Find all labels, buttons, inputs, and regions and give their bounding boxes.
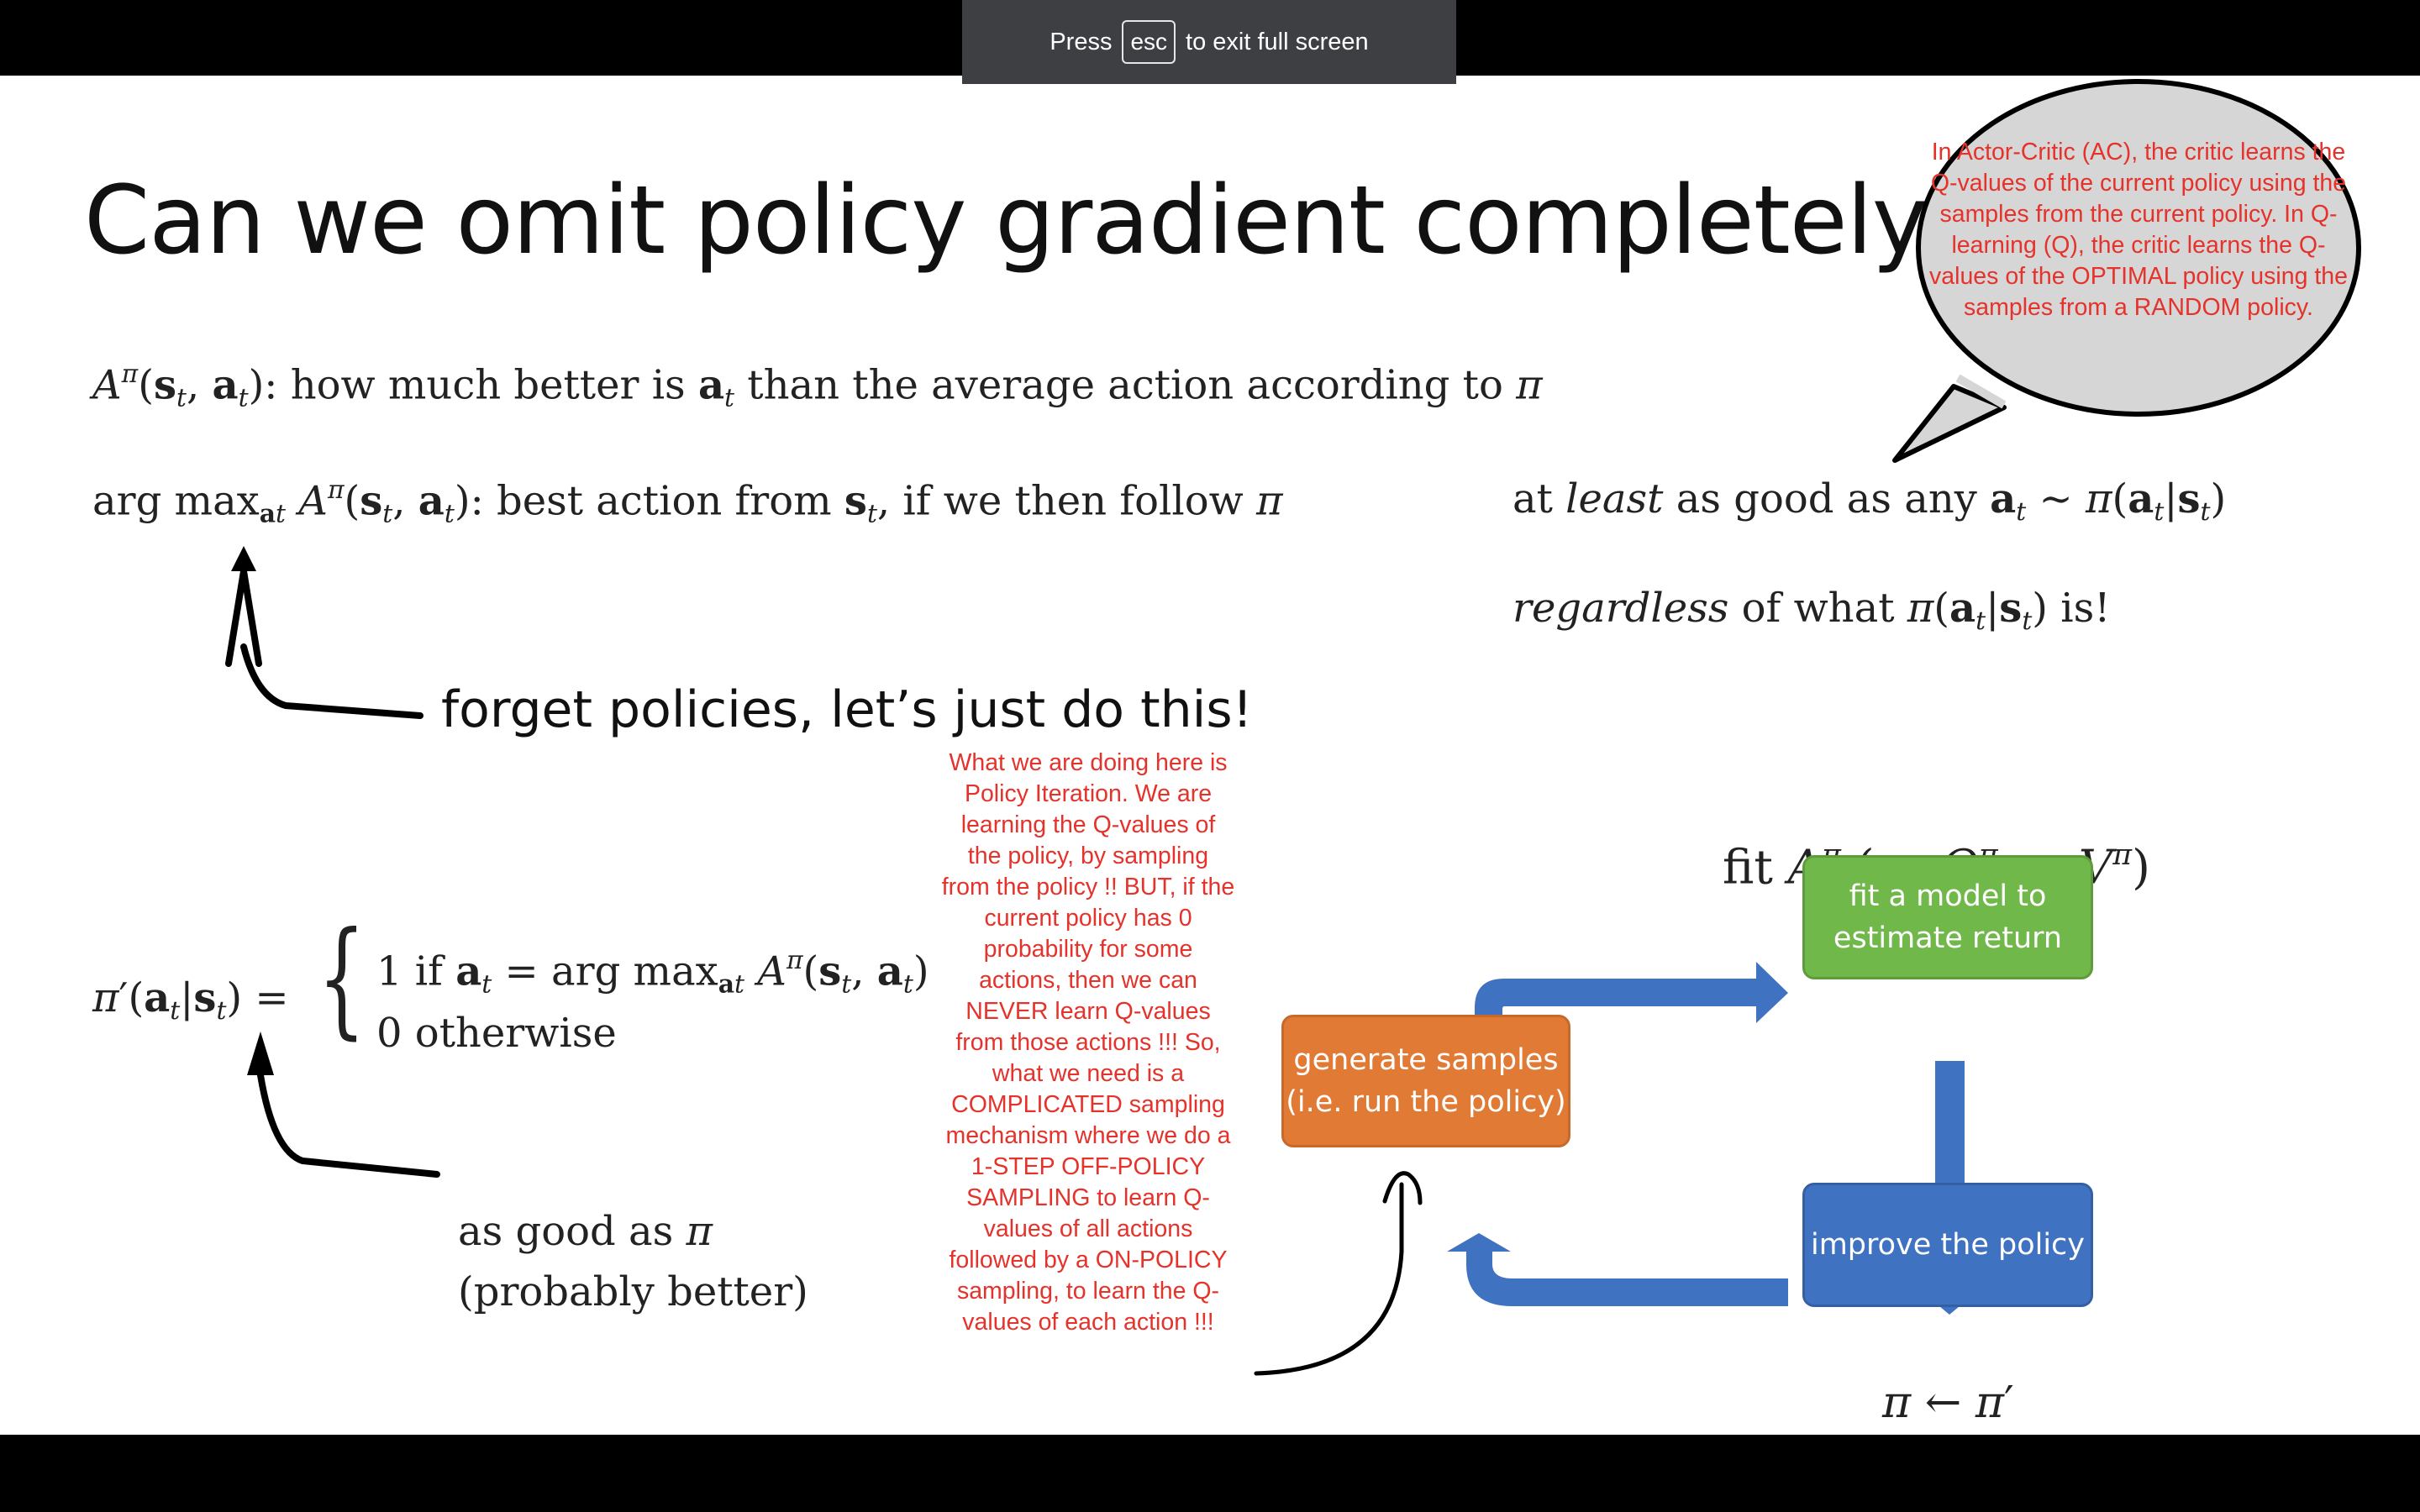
- policy-iteration-note: What we are doing here is Policy Iterati…: [941, 749, 1235, 1336]
- fit-model-label: fit a model to estimate return: [1833, 879, 2063, 955]
- esc-key-badge[interactable]: esc: [1122, 20, 1176, 64]
- fullscreen-exit-banner: Press esc to exit full screen: [962, 0, 1456, 84]
- arrow-head-argmax: [231, 546, 256, 571]
- fit-model-box: fit a model to estimate return: [1802, 855, 2093, 979]
- arrow-to-argmax: [225, 570, 424, 719]
- policy-update-label: π ← π′: [1882, 1378, 2014, 1428]
- arrow-head-new-policy: [247, 1032, 274, 1075]
- generate-samples-label: generate samples (i.e. run the policy): [1286, 1043, 1566, 1119]
- improve-policy-label: improve the policy: [1810, 1228, 2086, 1262]
- arrow-note-to-generate: [1254, 1171, 1423, 1376]
- generate-samples-box: generate samples (i.e. run the policy): [1281, 1015, 1570, 1147]
- banner-press-text: Press: [1050, 28, 1113, 55]
- improve-policy-box: improve the policy: [1802, 1183, 2093, 1307]
- slide-canvas: Can we omit policy gradient completely? …: [0, 76, 2420, 1435]
- speech-bubble-text: In Actor-Critic (AC), the critic learns …: [1929, 139, 2348, 321]
- arrow-to-new-policy: [257, 1072, 440, 1178]
- banner-suffix-text: to exit full screen: [1186, 28, 1369, 55]
